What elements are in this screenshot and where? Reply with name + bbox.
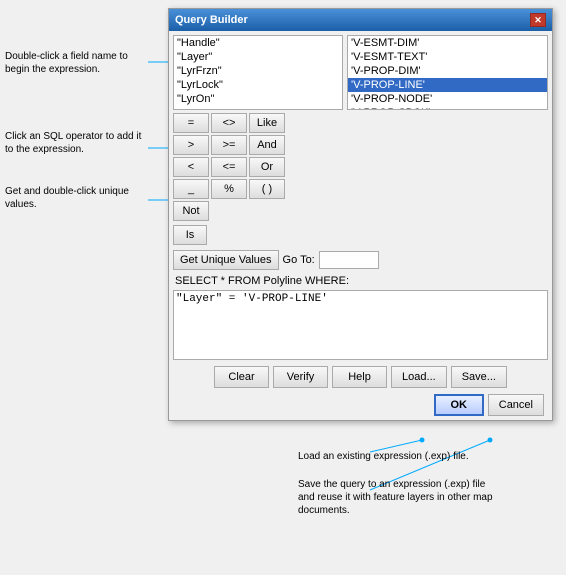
- query-builder-dialog: Query Builder ✕ "Handle""Layer""LyrFrzn"…: [168, 8, 553, 421]
- clear-button[interactable]: Clear: [214, 366, 269, 388]
- operator-button-[interactable]: _: [173, 179, 209, 199]
- ok-cancel-row: OK Cancel: [173, 394, 544, 416]
- action-buttons-row: Clear Verify Help Load... Save...: [173, 366, 548, 388]
- field-item[interactable]: "LyrFrzn": [174, 64, 342, 78]
- dialog-titlebar: Query Builder ✕: [169, 9, 552, 31]
- save-button[interactable]: Save...: [451, 366, 507, 388]
- operator-button-[interactable]: >: [173, 135, 209, 155]
- dialog-title: Query Builder: [175, 14, 248, 26]
- operator-button-[interactable]: >=: [211, 135, 247, 155]
- operators-row: =<>Like >>=And <<=Or _%( ) Not Is: [173, 113, 548, 245]
- ok-button[interactable]: OK: [434, 394, 484, 416]
- lists-row: "Handle""Layer""LyrFrzn""LyrLock""LyrOn"…: [173, 35, 548, 110]
- load-button[interactable]: Load...: [391, 366, 447, 388]
- field-item[interactable]: "LyrOn": [174, 92, 342, 106]
- value-item[interactable]: 'V-PROP-LINE': [348, 78, 547, 92]
- goto-input[interactable]: [319, 251, 379, 269]
- goto-label: Go To:: [283, 254, 315, 266]
- field-item[interactable]: "Handle": [174, 36, 342, 50]
- value-item[interactable]: 'V-ESMT-TEXT': [348, 50, 547, 64]
- help-button[interactable]: Help: [332, 366, 387, 388]
- operator-button-and[interactable]: And: [249, 135, 285, 155]
- is-btn-row: Is: [173, 225, 289, 245]
- operator-button-[interactable]: ( ): [249, 179, 285, 199]
- operator-button-[interactable]: =: [173, 113, 209, 133]
- save-annotation: Save the query to an expression (.exp) f…: [298, 478, 498, 517]
- values-listbox[interactable]: 'V-ESMT-DIM''V-ESMT-TEXT''V-PROP-DIM''V-…: [347, 35, 548, 110]
- value-item[interactable]: 'V-PROP-SBCK': [348, 106, 547, 110]
- where-label: SELECT * FROM Polyline WHERE:: [173, 275, 548, 287]
- annotation-2: Click an SQL operator to add it to the e…: [5, 130, 150, 156]
- operators-grid: =<>Like >>=And <<=Or _%( ) Not: [173, 113, 289, 221]
- value-item[interactable]: 'V-PROP-DIM': [348, 64, 547, 78]
- get-unique-values-button[interactable]: Get Unique Values: [173, 250, 279, 270]
- dialog-content: "Handle""Layer""LyrFrzn""LyrLock""LyrOn"…: [169, 31, 552, 420]
- load-annotation: Load an existing expression (.exp) file.: [298, 450, 469, 463]
- operator-button-[interactable]: %: [211, 179, 247, 199]
- fields-listbox[interactable]: "Handle""Layer""LyrFrzn""LyrLock""LyrOn": [173, 35, 343, 110]
- verify-button[interactable]: Verify: [273, 366, 328, 388]
- operator-button-not[interactable]: Not: [173, 201, 209, 221]
- annotation-3: Get and double-click unique values.: [5, 185, 150, 211]
- annotation-1: Double-click a field name to begin the e…: [5, 50, 150, 76]
- operator-button-[interactable]: <>: [211, 113, 247, 133]
- operator-button-or[interactable]: Or: [249, 157, 285, 177]
- operator-button-[interactable]: <=: [211, 157, 247, 177]
- field-item[interactable]: "Layer": [174, 50, 342, 64]
- unique-row: Get Unique Values Go To:: [173, 250, 548, 270]
- close-button[interactable]: ✕: [530, 13, 546, 27]
- operator-button-[interactable]: <: [173, 157, 209, 177]
- value-item[interactable]: 'V-PROP-NODE': [348, 92, 547, 106]
- operator-button-like[interactable]: Like: [249, 113, 285, 133]
- cancel-button[interactable]: Cancel: [488, 394, 544, 416]
- field-item[interactable]: "LyrLock": [174, 78, 342, 92]
- is-button[interactable]: Is: [173, 225, 207, 245]
- expression-textarea[interactable]: [173, 290, 548, 360]
- value-item[interactable]: 'V-ESMT-DIM': [348, 36, 547, 50]
